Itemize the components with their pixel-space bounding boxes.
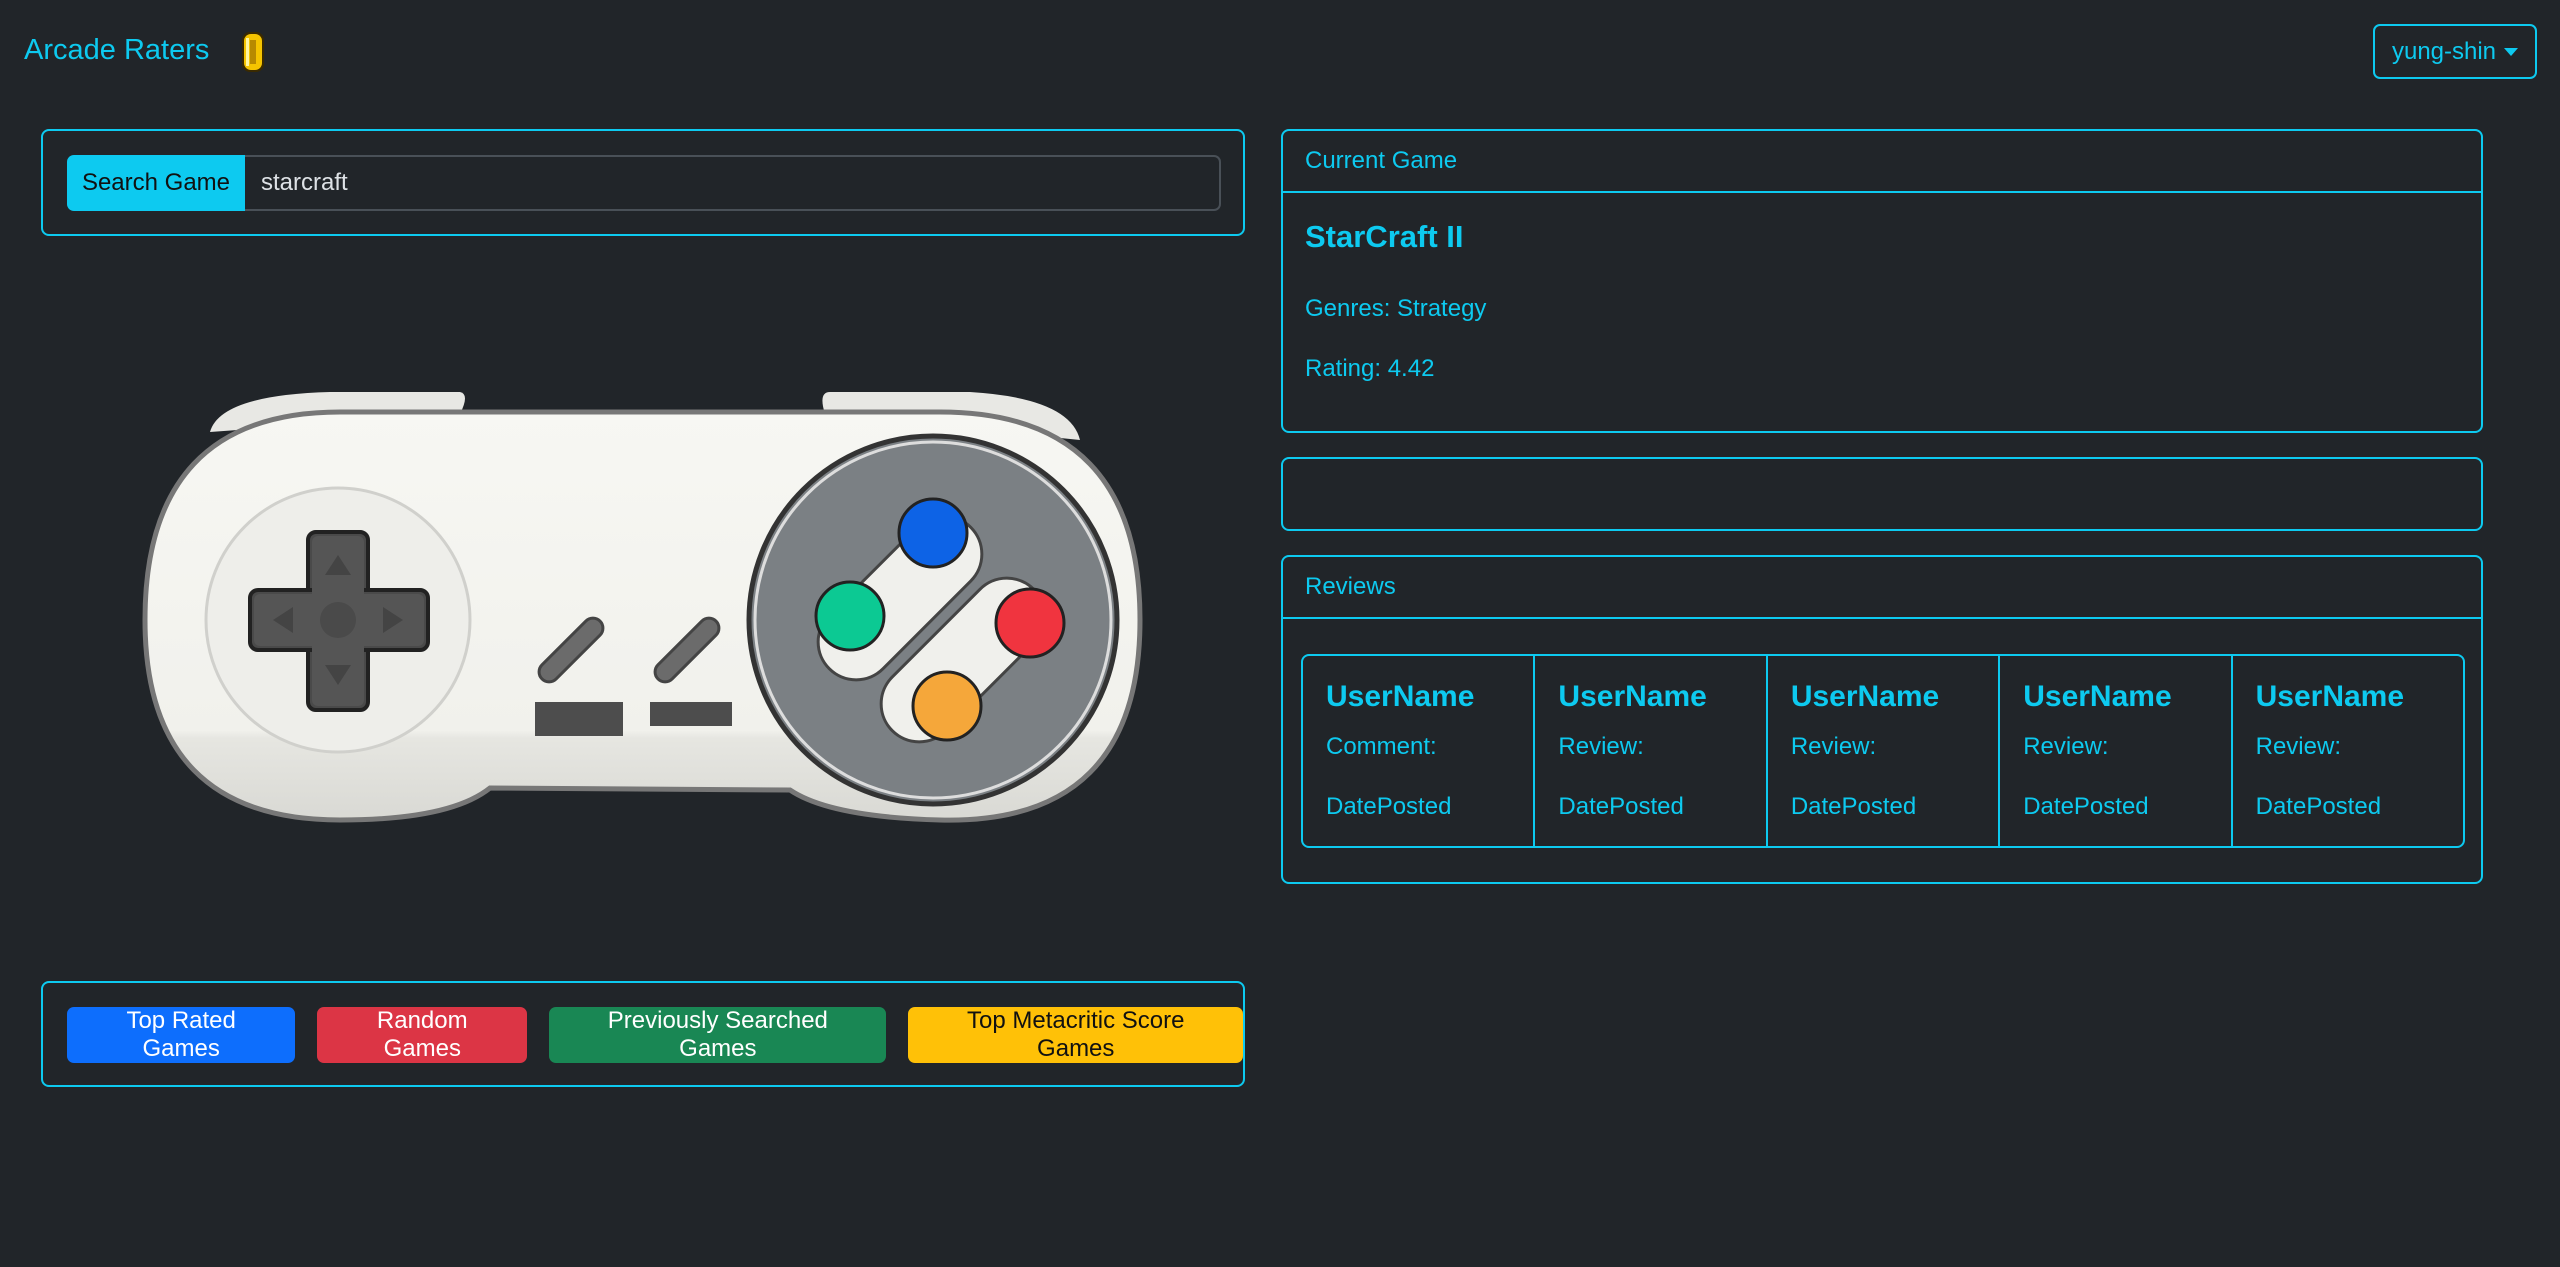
review-text: Review: [2255, 733, 2341, 760]
caret-down-icon [2504, 47, 2519, 56]
review-username: UserName [2023, 680, 2172, 713]
review-text: Comment: [1326, 733, 1437, 760]
reviews-header: Reviews [1283, 557, 2481, 619]
previously-searched-games-button[interactable]: Previously Searched Games [549, 1007, 887, 1063]
review-item: UserName Comment: DatePosted [1303, 656, 1536, 846]
game-controller-icon [142, 392, 1143, 823]
user-menu-label: yung-shin [2391, 37, 2497, 65]
review-item: UserName Review: DatePosted [2233, 656, 2463, 846]
review-username: UserName [1326, 680, 1475, 713]
search-game-button[interactable]: Search Game [67, 155, 245, 211]
search-group: Search Game [67, 155, 1221, 211]
current-game-card: Current Game StarCraft II Genres: Strate… [1281, 129, 2483, 433]
review-date: DatePosted [1558, 793, 1684, 820]
review-date: DatePosted [1326, 793, 1452, 820]
review-item: UserName Review: DatePosted [2000, 656, 2233, 846]
user-menu-dropdown[interactable]: yung-shin [2373, 24, 2537, 79]
review-list: UserName Comment: DatePosted UserName Re… [1301, 654, 2465, 848]
review-username: UserName [1790, 680, 1940, 713]
review-item: UserName Review: DatePosted [1535, 656, 1768, 846]
game-list-buttons: Top Rated Games Random Games Previously … [67, 1007, 1244, 1063]
review-date: DatePosted [1790, 793, 1917, 820]
current-game-header: Current Game [1283, 131, 2481, 193]
review-username: UserName [1558, 680, 1707, 713]
review-text: Review: [1558, 733, 1644, 760]
top-rated-games-button[interactable]: Top Rated Games [67, 1007, 296, 1063]
game-title: StarCraft II [1305, 219, 1464, 254]
brand-link[interactable]: Arcade Raters [24, 34, 209, 67]
random-games-button[interactable]: Random Games [317, 1007, 528, 1063]
game-genres: Genres: Strategy [1305, 295, 1487, 322]
game-list-buttons-card: Top Rated Games Random Games Previously … [41, 981, 1245, 1087]
review-date: DatePosted [2255, 793, 2382, 820]
review-username: UserName [2255, 680, 2405, 713]
game-rating: Rating: 4.42 [1305, 355, 1435, 382]
review-item: UserName Review: DatePosted [1768, 656, 2001, 846]
empty-panel [1281, 457, 2483, 531]
search-input[interactable] [245, 155, 1221, 211]
review-text: Review: [2023, 733, 2109, 760]
gold-coin-icon [242, 32, 264, 72]
search-card: Search Game [41, 129, 1245, 236]
reviews-card: Reviews UserName Comment: DatePosted Use… [1281, 555, 2483, 884]
review-text: Review: [1790, 733, 1877, 760]
review-date: DatePosted [2023, 793, 2149, 820]
top-metacritic-games-button[interactable]: Top Metacritic Score Games [908, 1007, 1244, 1063]
